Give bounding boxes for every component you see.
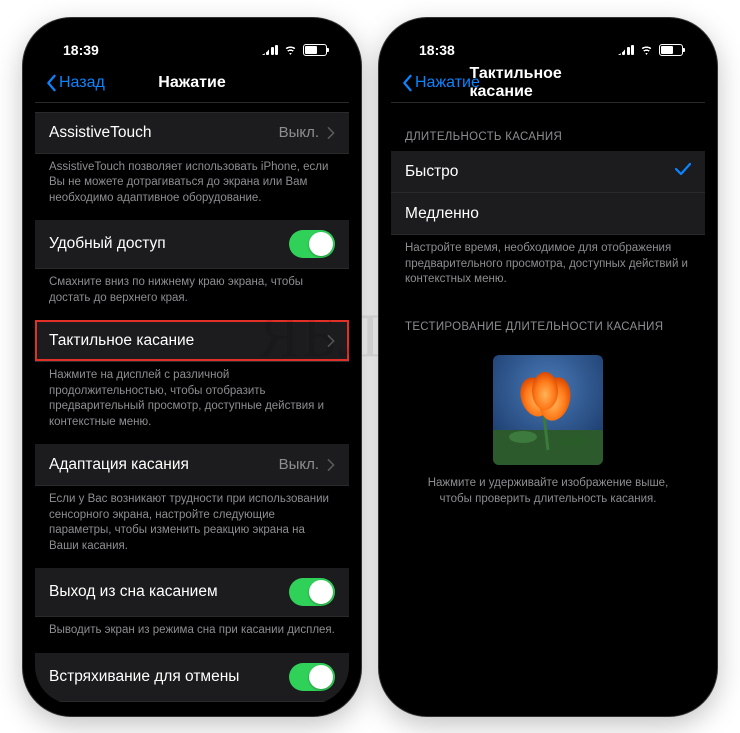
cell-fast[interactable]: Быстро (391, 151, 705, 193)
back-button[interactable]: Нажатие (401, 74, 480, 92)
cell-label: Встряхивание для отмены (49, 668, 239, 686)
footer-duration: Настройте время, необходимое для отображ… (391, 235, 705, 302)
cell-label: AssistiveTouch (49, 124, 152, 142)
phone-left: 18:39 Назад Нажатие AssistiveTouch Выкл. (23, 18, 361, 716)
chevron-right-icon (327, 459, 335, 471)
section-header-duration: ДЛИТЕЛЬНОСТЬ КАСАНИЯ (391, 112, 705, 152)
status-time: 18:39 (63, 42, 99, 58)
cell-haptic-touch[interactable]: Тактильное касание (35, 320, 349, 362)
cell-label: Адаптация касания (49, 456, 189, 474)
footer-reachability: Смахните вниз по нижнему краю экрана, чт… (35, 269, 349, 320)
cell-touch-accommodations[interactable]: Адаптация касания Выкл. (35, 444, 349, 486)
chevron-right-icon (327, 335, 335, 347)
footer-wake: Выводить экран из режима сна при касании… (35, 617, 349, 653)
cell-label: Медленно (405, 205, 479, 223)
test-image[interactable] (493, 355, 603, 465)
cell-value: Выкл. (279, 456, 319, 473)
nav-bar: Нажатие Тактильное касание (391, 70, 705, 103)
back-label: Назад (59, 74, 105, 92)
page-title: Нажатие (158, 74, 225, 92)
section-header-test: ТЕСТИРОВАНИЕ ДЛИТЕЛЬНОСТИ КАСАНИЯ (391, 302, 705, 342)
battery-icon (659, 44, 683, 56)
checkmark-icon (675, 162, 691, 181)
footer-haptic: Нажмите на дисплей с различной продолжит… (35, 362, 349, 444)
shake-to-undo-toggle[interactable] (289, 663, 335, 691)
cell-reachability[interactable]: Удобный доступ (35, 220, 349, 269)
phone-right: 18:38 Нажатие Тактильное касание ДЛИТЕЛЬ… (379, 18, 717, 716)
chevron-left-icon (401, 74, 413, 92)
cell-label: Удобный доступ (49, 235, 166, 253)
cell-assistivetouch[interactable]: AssistiveTouch Выкл. (35, 112, 349, 154)
page-title: Тактильное касание (470, 65, 627, 101)
tap-to-wake-toggle[interactable] (289, 578, 335, 606)
battery-icon (303, 44, 327, 56)
chevron-left-icon (45, 74, 57, 92)
wifi-icon (639, 44, 654, 55)
footer-test: Нажмите и удерживайте изображение выше, … (391, 465, 705, 507)
notch (112, 30, 272, 56)
wifi-icon (283, 44, 298, 55)
cell-shake-to-undo[interactable]: Встряхивание для отмены (35, 653, 349, 702)
footer-shake: Если Вы часто встряхиваете iPhone случай… (35, 702, 349, 704)
cell-tap-to-wake[interactable]: Выход из сна касанием (35, 568, 349, 617)
footer-assistivetouch: AssistiveTouch позволяет использовать iP… (35, 154, 349, 221)
cell-value: Выкл. (279, 124, 319, 141)
cell-label: Тактильное касание (49, 332, 194, 350)
footer-accommodations: Если у Вас возникают трудности при испол… (35, 486, 349, 568)
reachability-toggle[interactable] (289, 230, 335, 258)
notch (468, 30, 628, 56)
status-time: 18:38 (419, 42, 455, 58)
cell-label: Быстро (405, 163, 458, 181)
nav-bar: Назад Нажатие (35, 70, 349, 103)
cell-label: Выход из сна касанием (49, 583, 218, 601)
chevron-right-icon (327, 127, 335, 139)
back-button[interactable]: Назад (45, 74, 105, 92)
cell-slow[interactable]: Медленно (391, 193, 705, 235)
